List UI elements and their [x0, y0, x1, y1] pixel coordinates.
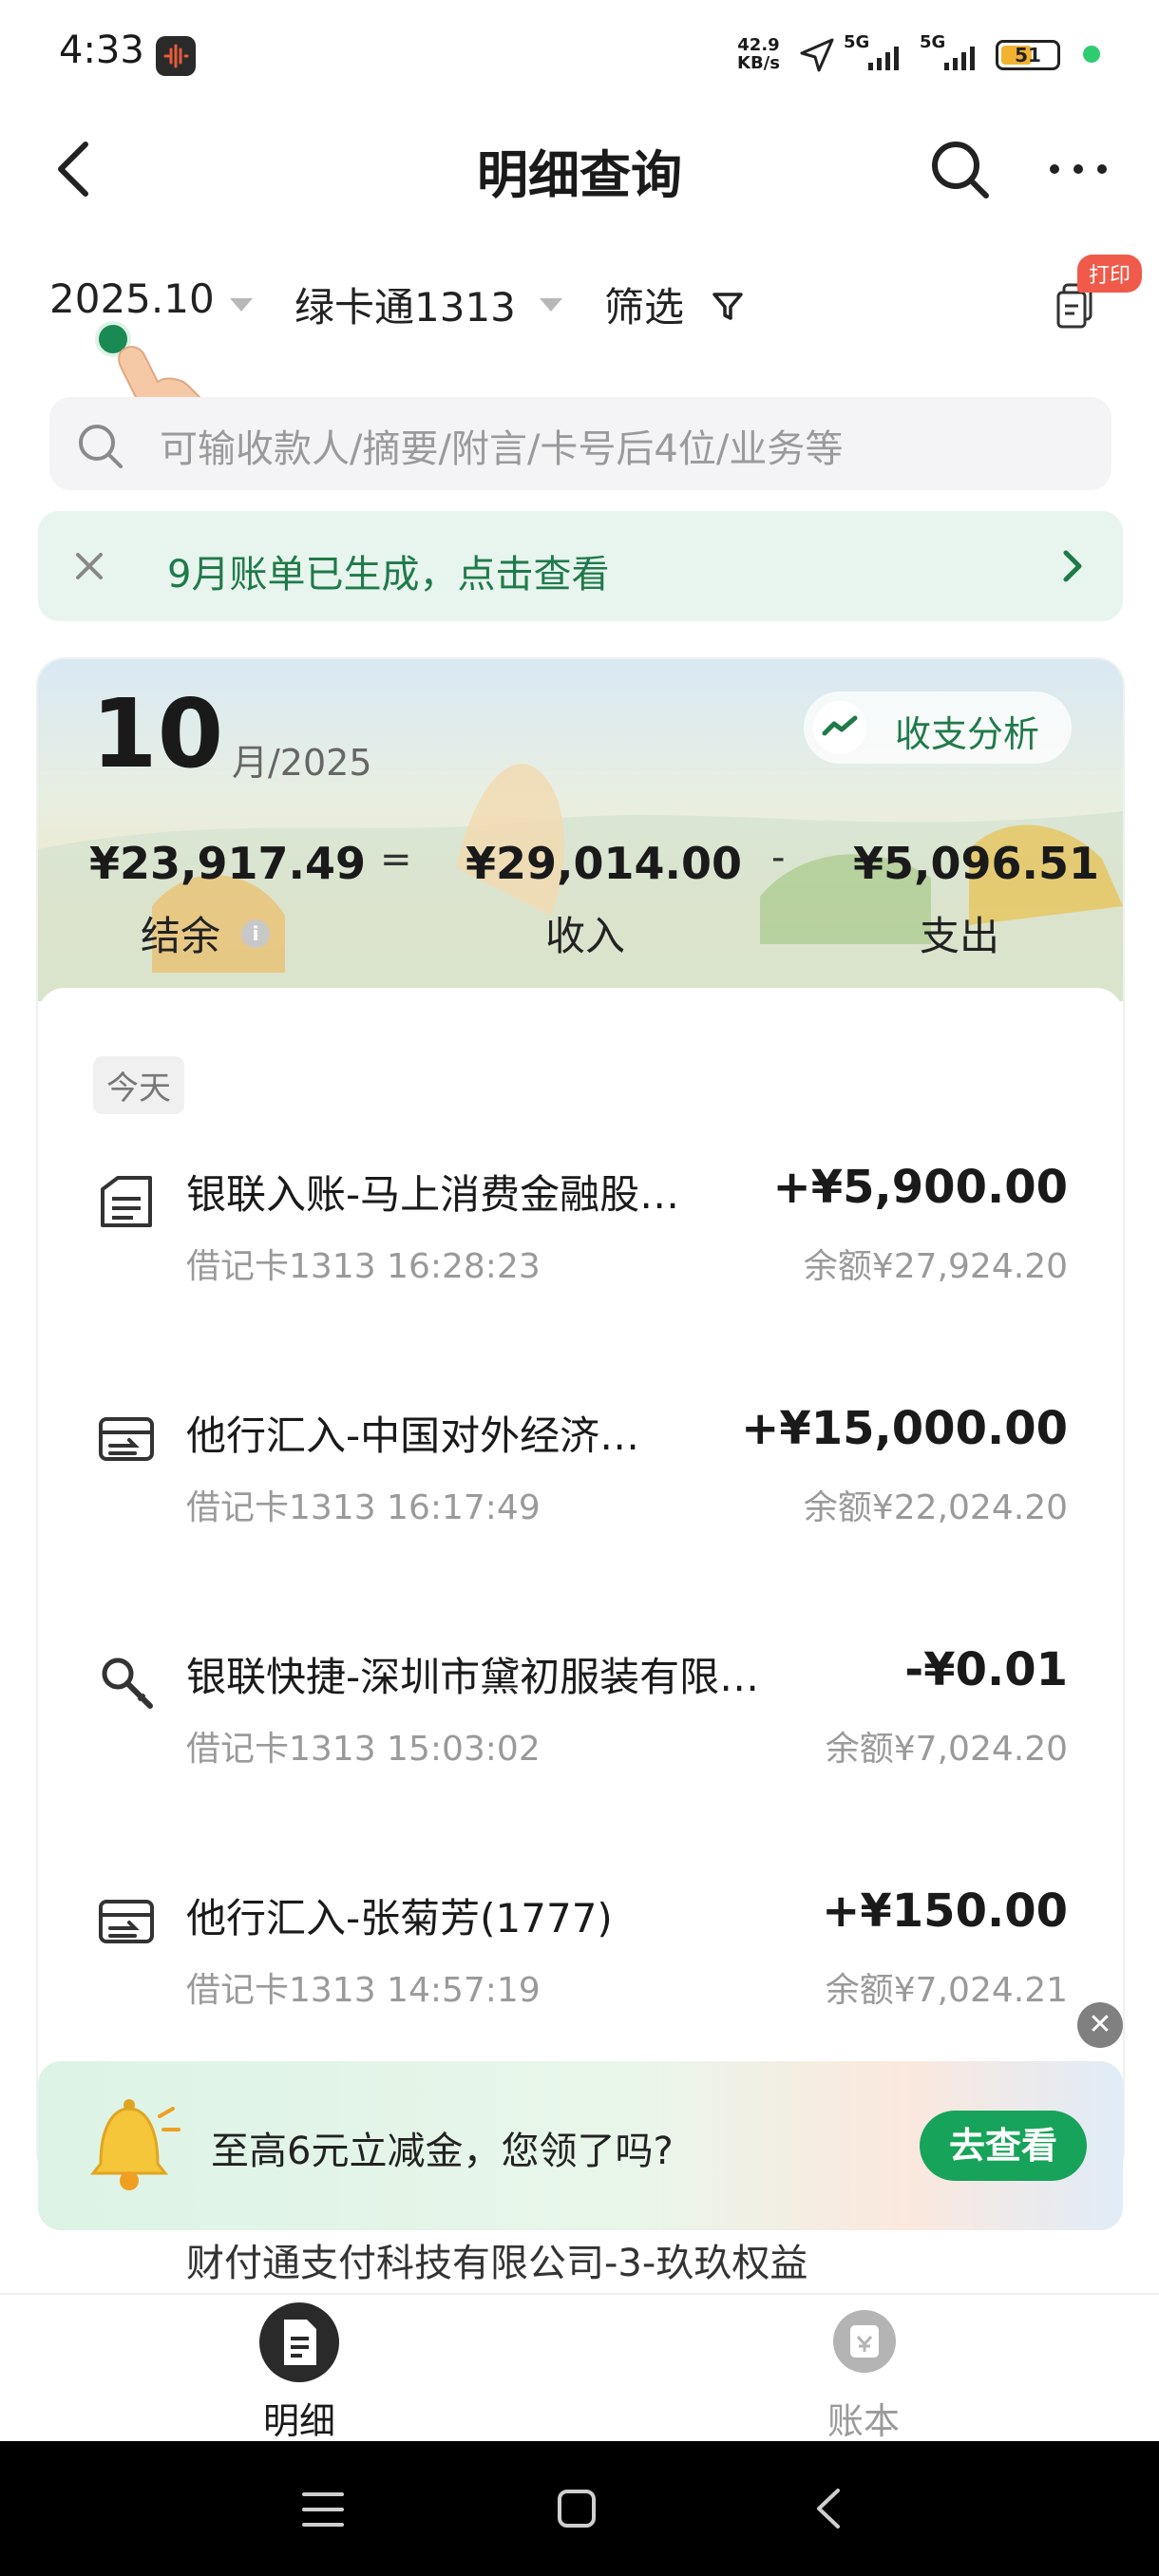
- location-arrow-icon: [798, 36, 836, 78]
- bill-notice-banner[interactable]: 9月账单已生成，点击查看: [38, 511, 1123, 621]
- status-time: 4:33: [59, 28, 144, 72]
- privacy-indicator-dot: [1083, 46, 1100, 63]
- transaction-list: 今天 银联入账-马上消费金融股… 借记卡1313 16:28:23 +¥5,90…: [38, 988, 1123, 2179]
- net-speed-value: 42.9: [737, 35, 780, 55]
- funnel-icon: [712, 293, 743, 320]
- filter-button[interactable]: 筛选: [604, 275, 775, 332]
- promo-close-button[interactable]: ✕: [1077, 2002, 1123, 2048]
- bill-notice-text: 9月账单已生成，点击查看: [167, 553, 610, 597]
- nav-label-details: 明细: [262, 2400, 335, 2442]
- transaction-title: 他行汇入-中国对外经济…: [186, 1412, 640, 1459]
- transaction-balance: 余额¥22,024.20: [803, 1488, 1068, 1527]
- transaction-title: 银联入账-马上消费金融股…: [186, 1171, 680, 1218]
- ledger-tab-icon: [833, 2310, 896, 2373]
- transaction-balance: 余额¥7,024.20: [825, 1730, 1068, 1769]
- menu-icon[interactable]: [300, 2489, 346, 2530]
- transaction-balance: 余额¥27,924.20: [803, 1247, 1068, 1286]
- recorder-app-icon: [156, 36, 196, 76]
- details-tab-icon: [259, 2302, 339, 2382]
- signal-bars-icon: [866, 46, 904, 74]
- nav-tab-details[interactable]: 明细: [218, 2302, 380, 2442]
- transaction-row[interactable]: 他行汇入-中国对外经济… 借记卡1313 16:17:49 +¥15,000.0…: [38, 1381, 1123, 1571]
- promo-view-button[interactable]: 去查看: [920, 2111, 1087, 2181]
- bank-transfer-icon: [101, 1176, 152, 1227]
- transaction-title: 银联快捷-深圳市黛初服装有限…: [186, 1654, 760, 1700]
- summary-background: 10 月/2025 收支分析 ¥23,917.49 = ¥29,014.00 -…: [38, 659, 1123, 1001]
- transaction-title: 他行汇入-张菊芳(1777): [186, 1895, 613, 1941]
- net-speed-unit: KB/s: [737, 53, 780, 73]
- trend-icon: [813, 701, 866, 754]
- summary-month-year: 月/2025: [232, 742, 372, 784]
- home-icon[interactable]: [555, 2487, 598, 2530]
- transaction-detail: 借记卡1313 14:57:19: [186, 1971, 541, 2010]
- search-icon: [932, 142, 989, 199]
- transfer-card-icon: [99, 1417, 154, 1461]
- chevron-down-icon: [540, 298, 562, 312]
- filter-label: 筛选: [604, 284, 685, 331]
- transaction-detail: 借记卡1313 16:17:49: [186, 1488, 541, 1527]
- bottom-nav: 明细 账本: [0, 2293, 1159, 2443]
- promo-banner[interactable]: 至高6元立减金，您领了吗? 去查看: [38, 2061, 1123, 2230]
- chevron-down-icon: [230, 298, 253, 312]
- transaction-row[interactable]: 银联入账-马上消费金融股… 借记卡1313 16:28:23 +¥5,900.0…: [38, 1140, 1123, 1330]
- back-icon[interactable]: [809, 2485, 847, 2532]
- card-selector[interactable]: 绿卡通1313: [294, 275, 580, 332]
- nav-tab-ledger[interactable]: 账本: [783, 2302, 944, 2442]
- transaction-balance: 余额¥7,024.21: [825, 1971, 1068, 2010]
- analysis-label: 收支分析: [895, 713, 1040, 755]
- transaction-amount: -¥0.01: [904, 1643, 1068, 1696]
- transaction-amount: +¥5,900.00: [772, 1161, 1068, 1214]
- balance-amount: ¥23,917.49: [89, 838, 367, 889]
- promo-text: 至高6元立减金，您领了吗?: [211, 2130, 674, 2173]
- transaction-detail: 借记卡1313 15:03:02: [186, 1730, 541, 1769]
- search-button[interactable]: [925, 135, 994, 203]
- info-icon[interactable]: i: [241, 919, 270, 948]
- income-label: 收入: [545, 913, 626, 959]
- battery-percent: 51: [1015, 44, 1041, 66]
- date-group-label: 今天: [93, 1056, 184, 1114]
- more-dots-icon: [1050, 164, 1107, 174]
- equals-sign: =: [380, 838, 412, 881]
- month-value: 2025.10: [49, 275, 215, 322]
- chevron-right-icon: [1063, 550, 1082, 582]
- balance-label: 结余: [141, 913, 221, 959]
- transaction-row[interactable]: 他行汇入-张菊芳(1777) 借记卡1313 14:57:19 +¥150.00…: [38, 1864, 1123, 2054]
- partial-transaction-title: 财付通支付科技有限公司-3-玖玖权益: [186, 2242, 808, 2285]
- net-speed: 42.9 KB/s: [737, 36, 780, 72]
- battery-icon: 51: [996, 40, 1060, 70]
- search-input[interactable]: 可输收款人/摘要/附言/卡号后4位/业务等: [49, 397, 1112, 490]
- transaction-amount: +¥15,000.00: [741, 1402, 1068, 1455]
- monthly-summary-card: 10 月/2025 收支分析 ¥23,917.49 = ¥29,014.00 -…: [38, 659, 1123, 2179]
- transaction-amount: +¥150.00: [822, 1885, 1068, 1938]
- search-icon: [79, 425, 123, 468]
- search-placeholder: 可输收款人/摘要/附言/卡号后4位/业务等: [160, 427, 844, 471]
- expense-amount: ¥5,096.51: [853, 838, 1099, 889]
- transaction-row[interactable]: 银联快捷-深圳市黛初服装有限… 借记卡1313 15:03:02 -¥0.01 …: [38, 1622, 1123, 1812]
- system-navigation-bar: [0, 2441, 1159, 2576]
- income-expense-analysis-button[interactable]: 收支分析: [804, 691, 1072, 764]
- expense-label: 支出: [920, 913, 1000, 959]
- more-button[interactable]: [1045, 148, 1112, 190]
- close-icon[interactable]: [70, 547, 108, 585]
- nav-label-ledger: 账本: [826, 2400, 900, 2442]
- transfer-card-icon: [99, 1900, 154, 1943]
- bell-icon: [89, 2099, 180, 2190]
- search-pay-icon: [102, 1657, 153, 1709]
- summary-month-number: 10: [91, 678, 224, 789]
- print-badge[interactable]: 打印: [1077, 255, 1143, 293]
- transaction-detail: 借记卡1313 16:28:23: [186, 1247, 541, 1286]
- signal-bars-icon: [942, 46, 980, 74]
- income-amount: ¥29,014.00: [466, 838, 743, 889]
- minus-sign: -: [771, 836, 786, 880]
- status-bar: 4:33 42.9 KB/s 5G 5G 51: [0, 0, 1159, 112]
- card-value: 绿卡通1313: [294, 284, 516, 331]
